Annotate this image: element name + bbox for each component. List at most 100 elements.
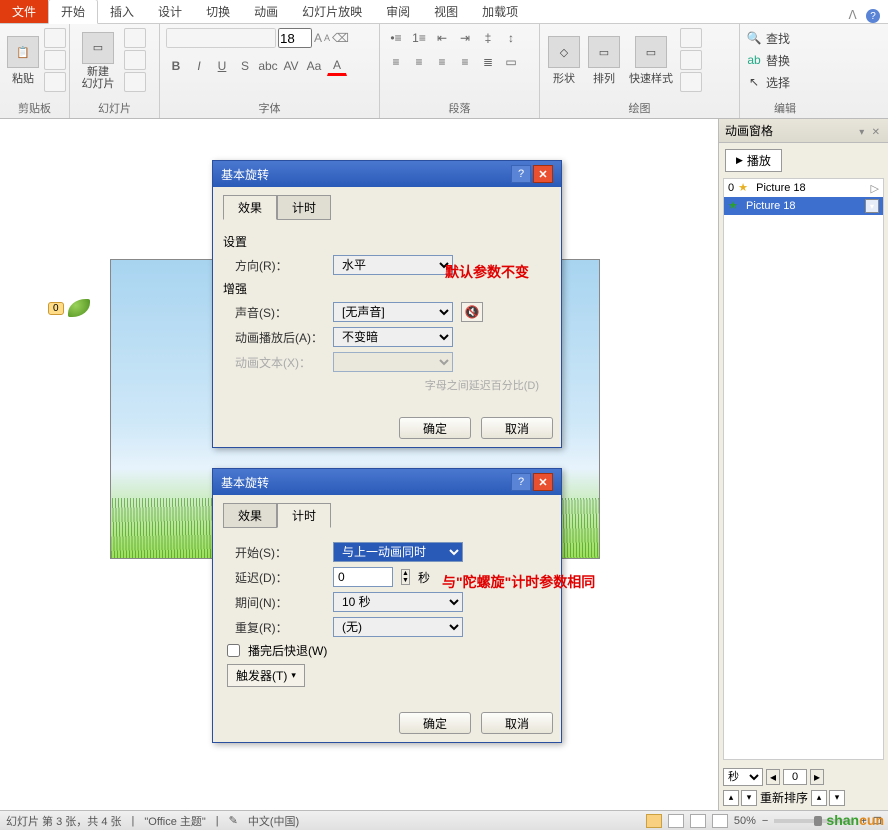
arrange-button[interactable]: ▭ 排列 [586,28,622,94]
seconds-select[interactable]: 秒 [723,768,763,786]
tab-insert[interactable]: 插入 [98,0,146,23]
duration-select[interactable]: 10 秒 [333,592,463,612]
new-slide-button[interactable]: ▭ 新建 幻灯片 [76,28,120,94]
format-painter-button[interactable] [44,72,66,92]
smartart-button[interactable]: ▭ [501,52,521,72]
delay-up[interactable]: ▲ [402,570,409,577]
replace-button[interactable]: ab替换 [746,50,790,70]
dialog-close-button[interactable]: ✕ [533,165,553,183]
animation-item[interactable]: 0 Picture 18 ▷ [724,179,883,197]
tab-animation[interactable]: 动画 [242,0,290,23]
align-justify-button[interactable]: ≡ [455,52,475,72]
ok-button[interactable]: 确定 [399,417,471,439]
move-up-button[interactable]: ▴ [723,790,739,806]
repeat-select[interactable]: (无) [333,617,463,637]
tab-review[interactable]: 审阅 [374,0,422,23]
font-family-input[interactable] [166,28,276,48]
reorder-down-button[interactable]: ▾ [829,790,845,806]
select-button[interactable]: ↖选择 [746,72,790,92]
tab-addins[interactable]: 加载项 [470,0,530,23]
minimize-ribbon-icon[interactable]: ᐱ [848,8,856,22]
tab-slideshow[interactable]: 幻灯片放映 [290,0,374,23]
start-select[interactable]: 与上一动画同时 [333,542,463,562]
zoom-level[interactable]: 50% [734,815,756,827]
reorder-up-button[interactable]: ▴ [811,790,827,806]
cancel-button[interactable]: 取消 [481,417,553,439]
dialog-help-button[interactable]: ? [511,473,531,491]
align-right-button[interactable]: ≡ [432,52,452,72]
pane-close-icon[interactable]: ✕ [870,127,882,138]
grow-font-icon[interactable]: A [314,31,322,45]
changecase-button[interactable]: Aa [304,56,324,76]
normal-view-button[interactable] [646,814,662,828]
shadow-button[interactable]: abc [258,56,278,76]
after-select[interactable]: 不变暗 [333,327,453,347]
animation-item-dropdown[interactable]: ▾ [865,199,879,213]
zoom-out-button[interactable]: − [762,815,768,827]
speaker-icon[interactable]: 🔇 [461,302,483,322]
delay-input[interactable] [333,567,393,587]
tab-design[interactable]: 设计 [146,0,194,23]
seconds-value[interactable] [783,769,807,785]
shrink-font-icon[interactable]: A [324,33,330,43]
quickstyle-button[interactable]: ▭ 快速样式 [626,28,676,94]
expand-icon[interactable]: ▷ [871,182,879,195]
layout-button[interactable] [124,28,146,48]
paste-button[interactable]: 📋 粘贴 [6,28,40,94]
italic-button[interactable]: I [189,56,209,76]
align-center-button[interactable]: ≡ [409,52,429,72]
shape-outline-button[interactable] [680,50,702,70]
shape-effects-button[interactable] [680,72,702,92]
animation-item[interactable]: Picture 18 ▾ [724,197,883,215]
shapes-button[interactable]: ◇ 形状 [546,28,582,94]
clear-format-icon[interactable]: ⌫ [332,31,349,45]
delay-down[interactable]: ▼ [402,577,409,584]
play-animations-button[interactable]: 播放 [725,149,782,172]
reset-button[interactable] [124,50,146,70]
font-size-input[interactable] [278,28,312,48]
indent-dec-button[interactable]: ⇤ [432,28,452,48]
font-color-button[interactable]: A [327,56,347,76]
reading-view-button[interactable] [690,814,706,828]
shape-fill-button[interactable] [680,28,702,48]
animation-tag[interactable]: 0 [48,299,90,317]
direction-select[interactable]: 水平 [333,255,453,275]
trigger-button[interactable]: 触发器(T) [227,664,305,687]
timeline-scroll-left[interactable]: ◂ [766,769,780,785]
tab-transition[interactable]: 切换 [194,0,242,23]
pane-dropdown-icon[interactable]: ▾ [857,127,866,138]
copy-button[interactable] [44,50,66,70]
help-icon[interactable]: ? [866,9,880,23]
columns-button[interactable]: ≣ [478,52,498,72]
cancel-button[interactable]: 取消 [481,712,553,734]
tab-effect[interactable]: 效果 [223,195,277,220]
move-down-button[interactable]: ▾ [741,790,757,806]
tab-view[interactable]: 视图 [422,0,470,23]
numbering-button[interactable]: 1≡ [409,28,429,48]
sound-select[interactable]: [无声音] [333,302,453,322]
tab-effect[interactable]: 效果 [223,503,277,528]
tab-timing[interactable]: 计时 [277,195,331,220]
sorter-view-button[interactable] [668,814,684,828]
ok-button[interactable]: 确定 [399,712,471,734]
bold-button[interactable]: B [166,56,186,76]
text-direction-button[interactable]: ↕ [501,28,521,48]
dialog-close-button[interactable]: ✕ [533,473,553,491]
find-button[interactable]: 🔍查找 [746,28,790,48]
bullets-button[interactable]: •≡ [386,28,406,48]
strike-button[interactable]: S [235,56,255,76]
section-button[interactable] [124,72,146,92]
cut-button[interactable] [44,28,66,48]
rewind-checkbox[interactable] [227,644,240,657]
line-spacing-button[interactable]: ‡ [478,28,498,48]
indent-inc-button[interactable]: ⇥ [455,28,475,48]
tab-timing[interactable]: 计时 [277,503,331,528]
tab-home[interactable]: 开始 [48,0,98,24]
tab-file[interactable]: 文件 [0,0,48,23]
dialog-help-button[interactable]: ? [511,165,531,183]
spacing-button[interactable]: AV [281,56,301,76]
align-left-button[interactable]: ≡ [386,52,406,72]
spellcheck-icon[interactable]: ✎ [229,814,238,827]
timeline-scroll-right[interactable]: ▸ [810,769,824,785]
slideshow-view-button[interactable] [712,814,728,828]
